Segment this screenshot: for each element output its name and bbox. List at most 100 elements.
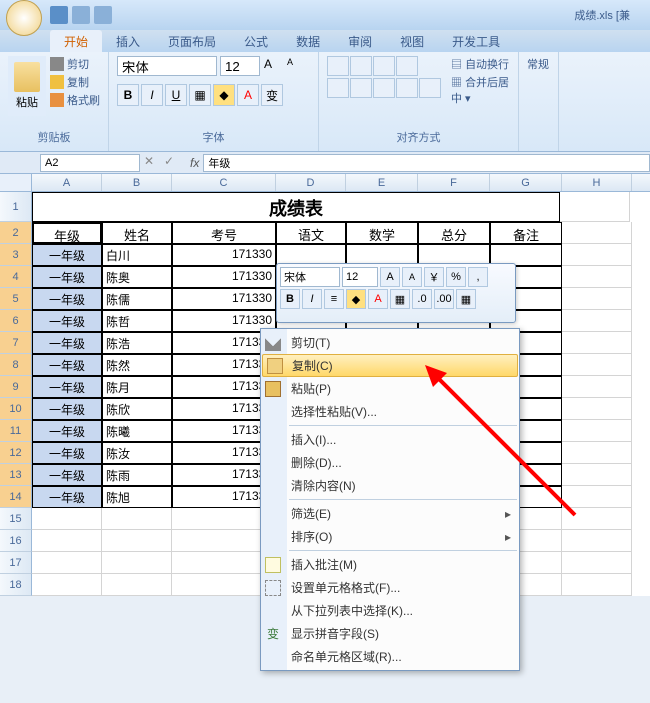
mini-merge-icon[interactable]: ▦ bbox=[456, 289, 476, 309]
cell-name[interactable]: 陈哲 bbox=[102, 310, 172, 332]
merge-center-button[interactable]: ▦ 合并后居中 ▾ bbox=[451, 74, 510, 106]
cell[interactable] bbox=[32, 530, 102, 552]
paste-button[interactable]: 粘贴 bbox=[8, 56, 46, 116]
cell[interactable] bbox=[562, 244, 632, 266]
row-header[interactable]: 8 bbox=[0, 354, 32, 376]
cell-header-chinese[interactable]: 语文 bbox=[276, 222, 346, 244]
cell[interactable] bbox=[102, 508, 172, 530]
cell-name[interactable]: 陈奥 bbox=[102, 266, 172, 288]
row-header[interactable]: 15 bbox=[0, 508, 32, 530]
cm-copy[interactable]: 复制(C) bbox=[262, 354, 518, 377]
cell-grade[interactable]: 一年级 bbox=[32, 332, 102, 354]
row-header[interactable]: 1 bbox=[0, 192, 32, 222]
row-header[interactable]: 17 bbox=[0, 552, 32, 574]
mini-comma-icon[interactable]: , bbox=[468, 267, 488, 287]
mini-percent-icon[interactable]: % bbox=[446, 267, 466, 287]
cm-sort[interactable]: 排序(O)▸ bbox=[261, 525, 519, 548]
tab-home[interactable]: 开始 bbox=[50, 30, 102, 52]
cut-button[interactable]: 剪切 bbox=[50, 56, 100, 72]
cell-grade[interactable]: 一年级 bbox=[32, 442, 102, 464]
mini-fill-icon[interactable]: ◆ bbox=[346, 289, 366, 309]
cell-name[interactable]: 陈月 bbox=[102, 376, 172, 398]
mini-grow-font-icon[interactable]: A bbox=[380, 267, 400, 287]
mini-currency-icon[interactable]: ￥ bbox=[424, 267, 444, 287]
row-header[interactable]: 5 bbox=[0, 288, 32, 310]
col-header-A[interactable]: A bbox=[32, 174, 102, 191]
cell[interactable] bbox=[562, 266, 632, 288]
redo-icon[interactable] bbox=[94, 6, 112, 24]
cell-name[interactable]: 陈汝 bbox=[102, 442, 172, 464]
tab-data[interactable]: 数据 bbox=[282, 30, 334, 52]
cell-header-total[interactable]: 总分 bbox=[418, 222, 490, 244]
col-header-D[interactable]: D bbox=[276, 174, 346, 191]
cell[interactable] bbox=[562, 398, 632, 420]
cancel-formula-icon[interactable]: ✕ bbox=[144, 154, 162, 172]
cell-header-examno[interactable]: 考号 bbox=[172, 222, 276, 244]
cell[interactable] bbox=[102, 552, 172, 574]
row-header[interactable]: 16 bbox=[0, 530, 32, 552]
col-header-E[interactable]: E bbox=[346, 174, 418, 191]
cell[interactable] bbox=[562, 442, 632, 464]
underline-button[interactable]: U bbox=[165, 84, 187, 106]
row-header[interactable]: 12 bbox=[0, 442, 32, 464]
cell[interactable] bbox=[102, 574, 172, 596]
formula-input[interactable] bbox=[203, 154, 650, 172]
tab-view[interactable]: 视图 bbox=[386, 30, 438, 52]
row-header[interactable]: 7 bbox=[0, 332, 32, 354]
cell-grade[interactable]: 一年级 bbox=[32, 310, 102, 332]
mini-font-name[interactable] bbox=[280, 267, 340, 287]
mini-italic-icon[interactable]: I bbox=[302, 289, 322, 309]
cell-examno[interactable]: 171330 bbox=[172, 244, 276, 266]
col-header-B[interactable]: B bbox=[102, 174, 172, 191]
cell[interactable] bbox=[562, 552, 632, 574]
cell-header-name[interactable]: 姓名 bbox=[102, 222, 172, 244]
cell[interactable] bbox=[562, 530, 632, 552]
cm-clear[interactable]: 清除内容(N) bbox=[261, 474, 519, 497]
cell-grade[interactable]: 一年级 bbox=[32, 354, 102, 376]
cell[interactable] bbox=[562, 310, 632, 332]
cm-insert-comment[interactable]: 插入批注(M) bbox=[261, 553, 519, 576]
cm-pick-list[interactable]: 从下拉列表中选择(K)... bbox=[261, 599, 519, 622]
cell-name[interactable]: 陈曦 bbox=[102, 420, 172, 442]
mini-fontcolor-icon[interactable]: A bbox=[368, 289, 388, 309]
mini-border-icon[interactable]: ▦ bbox=[390, 289, 410, 309]
undo-icon[interactable] bbox=[72, 6, 90, 24]
mini-font-size[interactable] bbox=[342, 267, 378, 287]
cell-examno[interactable]: 171330 bbox=[172, 288, 276, 310]
row-header[interactable]: 6 bbox=[0, 310, 32, 332]
cm-paste-special[interactable]: 选择性粘贴(V)... bbox=[261, 400, 519, 423]
row-header[interactable]: 4 bbox=[0, 266, 32, 288]
cell[interactable] bbox=[102, 530, 172, 552]
row-header[interactable]: 10 bbox=[0, 398, 32, 420]
name-box[interactable] bbox=[40, 154, 140, 172]
cm-cut[interactable]: 剪切(T) bbox=[261, 331, 519, 354]
cell-grade[interactable]: 一年级 bbox=[32, 486, 102, 508]
cell-name[interactable]: 白川 bbox=[102, 244, 172, 266]
col-header-F[interactable]: F bbox=[418, 174, 490, 191]
row-header[interactable]: 13 bbox=[0, 464, 32, 486]
cell[interactable] bbox=[562, 486, 632, 508]
row-header[interactable]: 14 bbox=[0, 486, 32, 508]
cm-name-range[interactable]: 命名单元格区域(R)... bbox=[261, 645, 519, 668]
cell-grade[interactable]: 一年级 bbox=[32, 244, 102, 266]
cell[interactable] bbox=[562, 354, 632, 376]
cell-grade[interactable]: 一年级 bbox=[32, 376, 102, 398]
col-header-G[interactable]: G bbox=[490, 174, 562, 191]
cell[interactable] bbox=[562, 420, 632, 442]
save-icon[interactable] bbox=[50, 6, 68, 24]
orientation-button[interactable] bbox=[396, 56, 418, 76]
cell[interactable] bbox=[562, 222, 632, 244]
cell-name[interactable]: 陈儒 bbox=[102, 288, 172, 310]
select-all-corner[interactable] bbox=[0, 174, 32, 191]
cell-name[interactable]: 陈然 bbox=[102, 354, 172, 376]
font-size-input[interactable] bbox=[220, 56, 260, 76]
sheet-title[interactable]: 成绩表 bbox=[32, 192, 560, 222]
cell[interactable] bbox=[562, 332, 632, 354]
tab-formula[interactable]: 公式 bbox=[230, 30, 282, 52]
font-color-button[interactable]: A bbox=[237, 84, 259, 106]
cell[interactable] bbox=[562, 508, 632, 530]
office-button[interactable] bbox=[6, 0, 42, 36]
tab-insert[interactable]: 插入 bbox=[102, 30, 154, 52]
row-header[interactable]: 18 bbox=[0, 574, 32, 596]
cell[interactable] bbox=[32, 574, 102, 596]
